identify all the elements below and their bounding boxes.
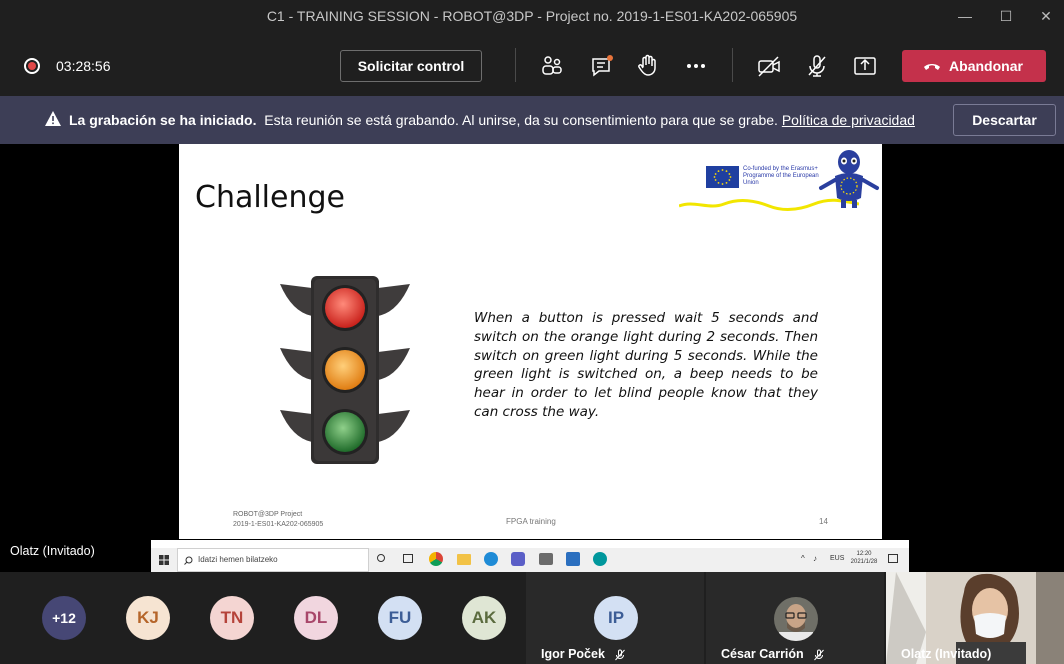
slide-footer-center: FPGA training [506,517,556,526]
slide-footer-project: ROBOT@3DP Project 2019-1-ES01-KA202-0659… [233,510,323,530]
close-button[interactable]: ✕ [1036,6,1056,26]
divider [515,48,516,82]
leave-button-label: Abandonar [949,58,1023,74]
participant-avatar[interactable]: DL [294,596,338,640]
camera-off-icon[interactable] [755,52,783,80]
arduino-icon [593,552,607,566]
participants-strip: +12 KJ TN DL FU AK IP Igor Poček César C… [0,572,1064,664]
participant-avatar: IP [594,596,638,640]
participant-name: Igor Poček [541,647,605,661]
task-view-icon [403,554,413,563]
slide-page-number: 14 [819,517,828,526]
participant-name-row: Igor Poček [541,647,626,661]
search-icon [184,556,193,565]
participant-tile[interactable]: César Carrión [706,572,884,664]
meeting-timer: 03:28:56 [56,58,111,74]
traffic-light-icon [280,276,410,464]
maximize-button[interactable]: ☐ [996,6,1016,26]
privacy-policy-link[interactable]: Política de privacidad [782,112,915,128]
mic-off-icon[interactable] [803,52,831,80]
shared-screen: Challenge Co-funded by the Erasmus+ Prog… [0,144,1064,572]
mic-muted-icon [814,649,825,661]
app-icon [566,552,580,566]
windows-start-icon [159,555,169,565]
teams-meeting-window: C1 - TRAINING SESSION - ROBOT@3DP - Proj… [0,0,1064,664]
hang-up-icon [924,64,940,70]
banner-message: La grabación se ha iniciado. Esta reunió… [69,112,915,128]
more-participants-badge[interactable]: +12 [42,596,86,640]
camera-app-icon [539,553,553,565]
share-icon[interactable] [851,52,879,80]
recording-banner: La grabación se ha iniciado. Esta reunió… [0,96,1064,144]
notifications-icon [888,554,898,563]
tray-language: EUS [830,555,845,562]
participant-name-row: César Carrión [721,647,825,661]
tray-chevron-icon: ^ [801,554,805,563]
chat-icon[interactable] [588,52,616,80]
taskbar-search-placeholder: Idatzi hemen bilatzeko [198,555,278,564]
taskbar-body: Idatzi hemen bilatzeko ^ ♪ EUS 12:20 202… [151,548,909,572]
file-explorer-icon [457,554,471,565]
participants-icon[interactable] [538,52,566,80]
participant-name: César Carrión [721,647,804,661]
taskbar-search-box: Idatzi hemen bilatzeko [177,548,369,572]
title-bar: C1 - TRAINING SESSION - ROBOT@3DP - Proj… [0,0,1064,32]
participant-tile[interactable]: IP Igor Poček [526,572,704,664]
footer-project-code: 2019-1-ES01-KA202-065905 [233,521,324,528]
minimize-button[interactable]: — [955,6,975,26]
banner-title: La grabación se ha iniciado. [69,112,257,128]
tray-volume-icon: ♪ [813,554,817,563]
warning-icon [45,111,61,126]
slide-title: Challenge [195,180,345,215]
tray-date: 2021/1/28 [850,559,878,565]
presentation-slide: Challenge Co-funded by the Erasmus+ Prog… [179,144,882,539]
teams-icon [511,552,525,566]
meeting-controls: 03:28:56 Solicitar control Abandonar [0,32,1064,96]
eu-logo-text: Co-funded by the Erasmus+ Programme of t… [743,166,819,186]
presenter-name-label: Olatz (Invitado) [10,544,95,558]
robot-mascot-icon [819,150,879,208]
participant-avatar[interactable]: FU [378,596,422,640]
banner-text: Esta reunión se está grabando. Al unirse… [264,112,778,128]
participant-name-row: Olatz (Invitado) [901,647,991,661]
footer-project-name: ROBOT@3DP Project [233,511,303,518]
participant-avatar[interactable]: TN [210,596,254,640]
dismiss-button[interactable]: Descartar [953,104,1056,136]
tray-time: 12:20 [856,551,872,557]
recording-icon [24,58,40,74]
more-options-icon[interactable] [682,52,710,80]
window-title: C1 - TRAINING SESSION - ROBOT@3DP - Proj… [266,8,798,24]
presenter-windows-taskbar: Idatzi hemen bilatzeko ^ ♪ EUS 12:20 202… [151,540,909,572]
participant-video-tile[interactable]: Olatz (Invitado) [886,572,1064,664]
participant-photo-avatar [774,597,818,641]
edge-icon [484,552,498,566]
participant-avatar[interactable]: AK [462,596,506,640]
divider [732,48,733,82]
participant-avatar[interactable]: KJ [126,596,170,640]
request-control-button[interactable]: Solicitar control [340,50,482,82]
challenge-description: When a button is pressed wait 5 seconds … [474,310,818,420]
mic-muted-icon [615,649,626,661]
tray-clock: 12:20 2021/1/28 [848,550,880,566]
participant-name: Olatz (Invitado) [901,647,992,661]
leave-button[interactable]: Abandonar [902,50,1046,82]
cortana-icon [377,554,385,562]
chrome-icon [429,552,443,566]
raise-hand-icon[interactable] [634,52,662,80]
eu-flag-icon [706,166,739,188]
taskbar-top-strip [151,540,909,548]
